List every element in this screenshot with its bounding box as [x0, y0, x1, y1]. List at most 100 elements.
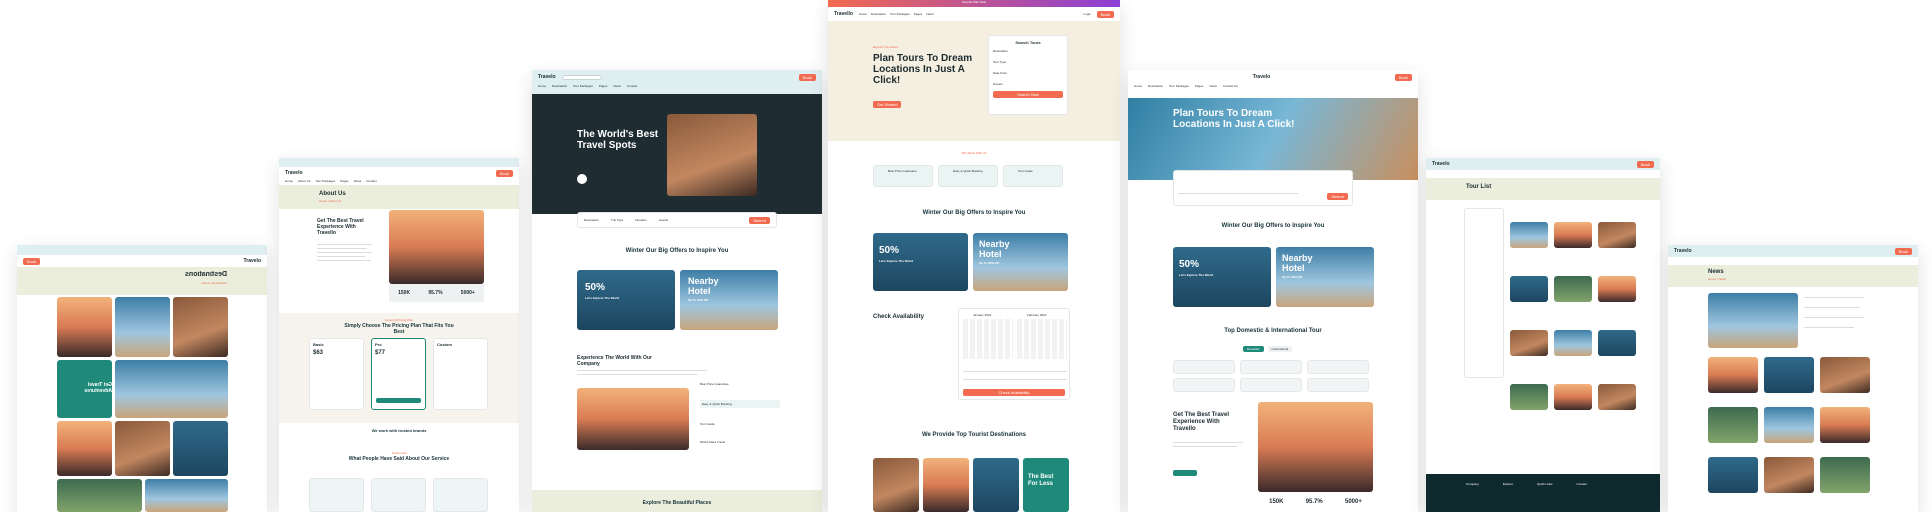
tour-row[interactable] [1240, 360, 1302, 374]
book-button[interactable]: Book [1096, 10, 1114, 18]
nav-link[interactable]: News [1209, 84, 1217, 94]
nav-link[interactable]: Contact [627, 84, 637, 89]
book-button[interactable]: Book [23, 257, 41, 265]
search-field[interactable]: Destination [584, 218, 599, 222]
nav-link[interactable]: Tour Packages [573, 84, 593, 89]
destination-card[interactable] [145, 479, 228, 512]
tab-domestic[interactable]: Domestic [1243, 346, 1264, 352]
search-field[interactable]: Duration [635, 218, 646, 222]
featured-news-image[interactable] [1708, 293, 1798, 348]
nav-link[interactable]: Contact Us [1223, 84, 1238, 94]
news-card-image[interactable] [1820, 357, 1870, 393]
nav-link[interactable]: About Us [298, 179, 310, 184]
tour-row[interactable] [1240, 378, 1302, 392]
destination-card[interactable] [57, 479, 142, 512]
logo[interactable]: Travelo [243, 258, 261, 264]
search-button[interactable]: Search [749, 216, 770, 224]
tour-card[interactable] [1598, 222, 1636, 248]
nav-link[interactable]: Pages [599, 84, 608, 89]
destination-card[interactable] [115, 297, 170, 357]
news-card-image[interactable] [1708, 407, 1758, 443]
destination-card[interactable] [173, 297, 228, 357]
promo-card[interactable]: Get Travel Adventures [57, 360, 112, 418]
tour-card[interactable] [1554, 276, 1592, 302]
tour-card[interactable] [1554, 330, 1592, 356]
news-card-image[interactable] [1764, 457, 1814, 493]
tab-international[interactable]: International [1267, 346, 1293, 352]
login-link[interactable]: Login [1084, 12, 1091, 16]
news-card-image[interactable] [1764, 407, 1814, 443]
nav-link[interactable]: News [926, 12, 934, 16]
nav-link[interactable]: Tour Packages [890, 12, 910, 16]
destination-card[interactable] [873, 458, 919, 512]
search-field[interactable]: Date From [993, 71, 1063, 75]
tour-row[interactable] [1307, 378, 1369, 392]
offer-card[interactable]: 50% Let's Explore The World [1173, 247, 1271, 307]
nav-link[interactable]: Destination [871, 12, 886, 16]
logo[interactable]: Travelo [538, 74, 556, 80]
destination-card[interactable] [57, 297, 112, 357]
offer-card[interactable]: 50% Let's Explore The World [873, 233, 968, 291]
learn-more-button[interactable] [1173, 470, 1197, 476]
tour-card[interactable] [1598, 330, 1636, 356]
nav-link[interactable]: Home [538, 84, 546, 89]
news-card-image[interactable] [1820, 407, 1870, 443]
tour-row[interactable] [1173, 378, 1235, 392]
tour-card[interactable] [1598, 384, 1636, 410]
destination-card[interactable] [115, 421, 170, 476]
book-button[interactable]: Book [1894, 247, 1912, 255]
search-field[interactable]: Guests [993, 82, 1063, 86]
check-availability-button[interactable]: Check Availability [963, 389, 1065, 396]
nav-link[interactable]: Destination [552, 84, 567, 89]
nav-link[interactable]: News [354, 179, 362, 184]
news-card-image[interactable] [1708, 357, 1758, 393]
offer-card[interactable]: Nearby Hotel Up To 30% Off [680, 270, 778, 330]
tour-row[interactable] [1173, 360, 1235, 374]
nav-link[interactable]: News [613, 84, 621, 89]
get-started-button[interactable]: Get Started [873, 101, 902, 108]
tour-card[interactable] [1554, 222, 1592, 248]
news-card-image[interactable] [1820, 457, 1870, 493]
news-card-image[interactable] [1764, 357, 1814, 393]
nav-link[interactable]: Home [285, 179, 293, 184]
tour-row[interactable] [1307, 360, 1369, 374]
tour-card[interactable] [1598, 276, 1636, 302]
destination-card[interactable] [173, 421, 228, 476]
tour-card[interactable] [1510, 330, 1548, 356]
nav-link[interactable]: Contact [366, 179, 376, 184]
logo[interactable]: Travelo [1253, 74, 1271, 80]
book-button[interactable]: Book [798, 73, 816, 81]
plan-card[interactable]: Basic $63 [309, 338, 364, 410]
plan-card-featured[interactable]: Pro $77 [371, 338, 426, 410]
tour-card[interactable] [1510, 384, 1548, 410]
search-input[interactable] [561, 74, 602, 80]
calendar-grid[interactable] [963, 319, 1013, 359]
tour-card[interactable] [1510, 276, 1548, 302]
calendar-grid[interactable] [1017, 319, 1067, 359]
search-button[interactable]: Search Now [993, 91, 1063, 98]
news-card-image[interactable] [1708, 457, 1758, 493]
play-icon[interactable] [577, 174, 587, 184]
search-field[interactable]: Guests [659, 218, 669, 222]
logo[interactable]: Travelo [285, 170, 303, 176]
tour-card[interactable] [1510, 222, 1548, 248]
filter-sidebar[interactable] [1464, 208, 1504, 378]
search-field[interactable]: Tour Type [993, 60, 1063, 64]
plan-card[interactable]: Custom [433, 338, 488, 410]
nav-link[interactable]: Destination [1148, 84, 1163, 94]
logo[interactable]: Travelo [1432, 161, 1450, 167]
logo[interactable]: Travelo [1674, 248, 1692, 254]
destination-card[interactable] [973, 458, 1019, 512]
best-for-less-card[interactable]: The Best For Less [1023, 458, 1069, 512]
choose-plan-button[interactable] [376, 398, 421, 403]
nav-link[interactable]: Pages [340, 179, 349, 184]
destination-card[interactable] [923, 458, 969, 512]
search-button[interactable]: Search [1327, 193, 1348, 200]
nav-link[interactable]: Home [1134, 84, 1142, 94]
nav-link[interactable]: Tour Packages [1169, 84, 1189, 94]
search-field[interactable]: Destination [993, 49, 1063, 53]
nav-link[interactable]: Home [859, 12, 867, 16]
offer-card[interactable]: Nearby Hotel Up To 30% Off [973, 233, 1068, 291]
destination-card-wide[interactable] [115, 360, 228, 418]
book-button[interactable]: Book [1636, 160, 1654, 168]
